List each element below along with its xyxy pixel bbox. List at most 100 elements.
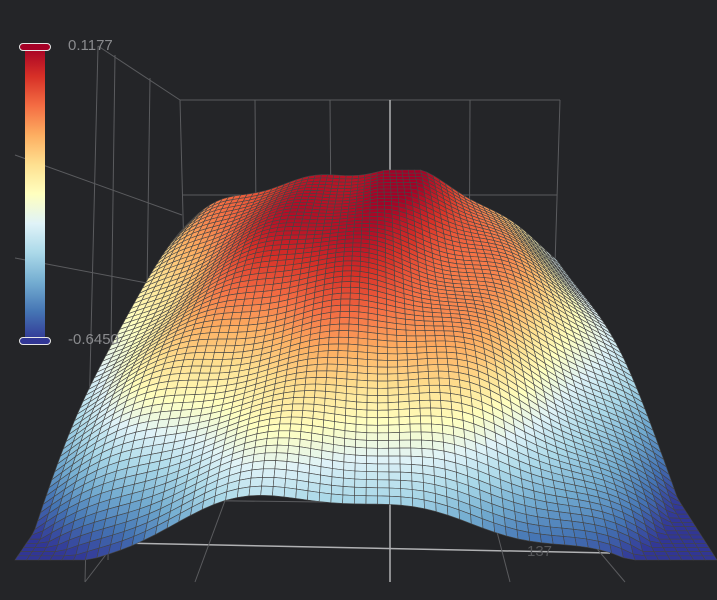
surface-cell[interactable] <box>426 351 438 359</box>
surface-cell[interactable] <box>377 339 388 348</box>
surface-cell[interactable] <box>691 538 707 544</box>
surface-cell[interactable] <box>272 477 286 488</box>
surface-cell[interactable] <box>377 373 389 382</box>
surface-cell[interactable] <box>389 179 398 183</box>
surface-cell[interactable] <box>346 364 358 374</box>
surface-cell[interactable] <box>209 365 222 374</box>
surface-cell[interactable] <box>347 337 359 346</box>
surface-cell[interactable] <box>317 350 329 359</box>
surface-cell[interactable] <box>337 350 349 359</box>
surface-cell[interactable] <box>439 384 451 394</box>
surface-cell[interactable] <box>339 310 350 319</box>
surface-cell[interactable] <box>309 215 319 221</box>
surface-cell[interactable] <box>354 478 367 488</box>
surface-cell[interactable] <box>405 329 417 337</box>
surface-cell[interactable] <box>326 357 339 365</box>
surface-cell[interactable] <box>344 238 354 244</box>
surface-cell[interactable] <box>326 370 338 379</box>
surface-cell[interactable] <box>361 226 370 232</box>
surface-cell[interactable] <box>367 352 378 361</box>
surface-cell[interactable] <box>414 324 426 332</box>
surface-cell[interactable] <box>220 358 233 367</box>
surface-cell[interactable] <box>389 176 397 180</box>
surface-cell[interactable] <box>389 172 397 177</box>
surface-cell[interactable] <box>272 486 286 498</box>
surface-cell[interactable] <box>342 265 353 272</box>
surface-cell[interactable] <box>367 366 378 375</box>
surface-cell[interactable] <box>377 387 389 396</box>
surface-cell[interactable] <box>434 335 446 342</box>
surface-cell[interactable] <box>248 485 262 497</box>
surface-cell[interactable] <box>352 238 362 244</box>
surface-cell[interactable] <box>673 509 689 515</box>
surface-cell[interactable] <box>327 350 339 358</box>
surface-cell[interactable] <box>419 407 432 417</box>
surface-cell[interactable] <box>282 230 293 236</box>
surface-cell[interactable] <box>204 386 218 395</box>
surface-cell[interactable] <box>343 246 354 253</box>
surface-cell[interactable] <box>397 379 409 389</box>
surface-cell[interactable] <box>251 460 265 471</box>
surface-cell[interactable] <box>346 371 358 381</box>
surface-cell[interactable] <box>387 394 399 404</box>
surface-cell[interactable] <box>236 486 251 498</box>
surface-cell[interactable] <box>336 363 348 373</box>
surface-cell[interactable] <box>387 353 398 361</box>
surface-cell[interactable] <box>229 318 241 327</box>
surface-cell[interactable] <box>349 292 360 300</box>
surface-cell[interactable] <box>342 494 355 505</box>
surface-cell[interactable] <box>388 432 400 441</box>
surface-cell[interactable] <box>310 187 319 191</box>
surface-cell[interactable] <box>419 399 431 409</box>
surface-cell[interactable] <box>383 172 391 177</box>
surface-cell[interactable] <box>335 194 344 199</box>
surface-cell[interactable] <box>311 183 320 188</box>
surface-cell[interactable] <box>315 377 327 385</box>
surface-cell[interactable] <box>328 330 340 338</box>
surface-cell[interactable] <box>343 469 356 480</box>
surface-cell[interactable] <box>396 353 408 361</box>
surface-cell[interactable] <box>684 526 699 532</box>
surface-cell[interactable] <box>312 177 321 182</box>
surface-cell[interactable] <box>280 410 293 418</box>
surface-cell[interactable] <box>376 188 385 193</box>
surface-cell[interactable] <box>253 291 264 299</box>
surface-cell[interactable] <box>328 197 337 202</box>
surface-cell[interactable] <box>348 323 359 332</box>
surface-cell[interactable] <box>403 185 412 190</box>
surface-cell[interactable] <box>377 455 390 465</box>
surface-cell[interactable] <box>548 518 563 529</box>
surface-cell[interactable] <box>201 358 214 367</box>
surface-cell[interactable] <box>377 359 388 368</box>
surface-cell[interactable] <box>214 345 226 353</box>
surface-cell[interactable] <box>217 332 229 340</box>
surface-cell[interactable] <box>409 407 421 417</box>
surface-cell[interactable] <box>270 249 281 257</box>
surface-cell[interactable] <box>206 379 219 388</box>
surface-cell[interactable] <box>215 338 228 347</box>
surface-cell[interactable] <box>266 430 280 439</box>
surface-cell[interactable] <box>220 318 232 327</box>
surface-cell[interactable] <box>417 364 429 373</box>
surface-cell[interactable] <box>307 490 320 502</box>
surface-cell[interactable] <box>348 317 360 326</box>
surface-cell[interactable] <box>366 447 379 457</box>
surface-cell[interactable] <box>377 380 389 389</box>
surface-cell[interactable] <box>426 346 438 353</box>
surface-cell[interactable] <box>386 340 398 348</box>
surface-cell[interactable] <box>352 242 362 248</box>
surface-cell[interactable] <box>388 495 402 506</box>
surface-cell[interactable] <box>318 492 332 504</box>
surface-cell[interactable] <box>343 251 353 257</box>
surface-cell[interactable] <box>361 219 371 224</box>
surface-cell[interactable] <box>327 200 337 205</box>
surface-cell[interactable] <box>383 179 391 183</box>
surface-cell[interactable] <box>410 455 423 466</box>
surface-cell[interactable] <box>319 177 328 182</box>
surface-cell[interactable] <box>355 439 368 449</box>
surface-cell[interactable] <box>377 447 390 457</box>
surface-cell[interactable] <box>314 383 327 392</box>
surface-cell[interactable] <box>388 424 400 434</box>
surface-cell[interactable] <box>265 271 276 280</box>
surface-cell[interactable] <box>694 542 710 548</box>
